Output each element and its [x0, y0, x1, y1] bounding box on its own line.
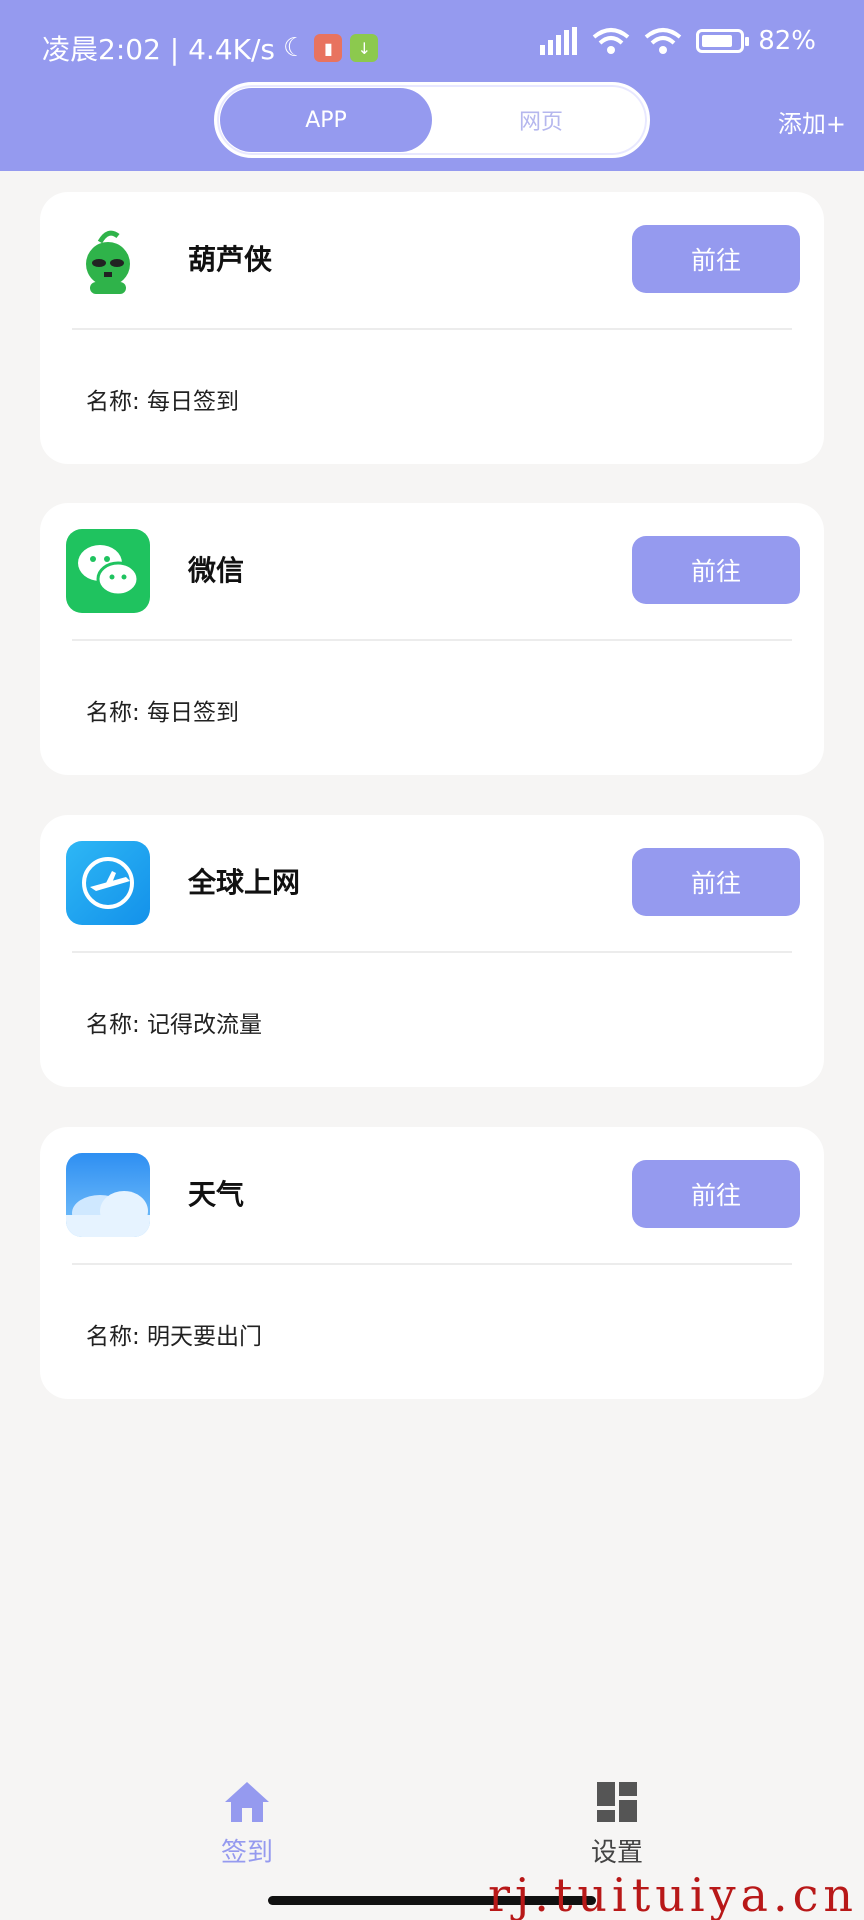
wifi-secondary-icon [644, 28, 682, 54]
task-detail: 名称: 记得改流量 [86, 1012, 263, 1038]
divider [72, 639, 792, 641]
battery-percent: 82% [758, 26, 816, 56]
tab-app[interactable]: APP [220, 88, 432, 152]
home-icon [225, 1782, 269, 1822]
nav-settings[interactable]: 设置 [557, 1780, 677, 1869]
status-bar: 凌晨2:02 | 4.4K/s ☾ ▮ ↓ 82% [0, 0, 864, 90]
status-left: 凌晨2:02 | 4.4K/s ☾ ▮ ↓ [42, 28, 379, 68]
huluxia-app-icon [66, 218, 150, 302]
go-button[interactable]: 前往 [632, 848, 800, 916]
go-button[interactable]: 前往 [632, 1160, 800, 1228]
grid-icon [597, 1782, 637, 1822]
signal-icon [540, 27, 578, 55]
task-card: 全球上网 前往 名称: 记得改流量 [40, 815, 824, 1087]
add-button[interactable]: 添加+ [778, 104, 846, 139]
go-button[interactable]: 前往 [632, 225, 800, 293]
go-button[interactable]: 前往 [632, 536, 800, 604]
watermark: rj.tuituiya.cn [488, 1868, 858, 1920]
nav-checkin-label: 签到 [220, 1838, 273, 1868]
app-web-segmented-control: APP 网页 [214, 82, 650, 158]
task-card: 微信 前往 名称: 每日签到 [40, 503, 824, 775]
divider [72, 328, 792, 330]
app-name: 微信 [188, 554, 245, 587]
task-detail: 名称: 每日签到 [86, 700, 240, 726]
notification-icon: ▮ [314, 34, 343, 62]
app-name: 全球上网 [188, 866, 301, 899]
task-detail: 名称: 每日签到 [86, 389, 240, 415]
status-time: 凌晨2:02 | 4.4K/s [42, 33, 276, 66]
task-card: 天气 前往 名称: 明天要出门 [40, 1127, 824, 1399]
app-name: 葫芦侠 [188, 243, 273, 276]
tab-web[interactable]: 网页 [435, 88, 647, 152]
wechat-app-icon [66, 529, 150, 613]
global-internet-app-icon [66, 841, 150, 925]
task-card: 葫芦侠 前往 名称: 每日签到 [40, 192, 824, 464]
app-name: 天气 [188, 1178, 245, 1211]
wifi-icon [592, 28, 630, 54]
task-detail: 名称: 明天要出门 [86, 1324, 263, 1350]
nav-checkin[interactable]: 签到 [187, 1780, 307, 1869]
nav-settings-label: 设置 [590, 1838, 643, 1868]
divider [72, 1263, 792, 1265]
moon-icon: ☾ [283, 33, 307, 63]
header-bar: 凌晨2:02 | 4.4K/s ☾ ▮ ↓ 82% APP 网页 添加+ [0, 0, 864, 171]
download-icon: ↓ [350, 34, 379, 62]
status-right: 82% [538, 26, 816, 56]
weather-app-icon [66, 1153, 150, 1237]
divider [72, 951, 792, 953]
battery-icon [696, 29, 750, 53]
